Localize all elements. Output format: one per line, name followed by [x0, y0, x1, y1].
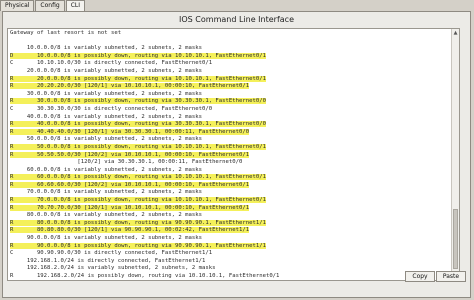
- tab-bar: Physical Config CLI: [0, 0, 86, 11]
- tab-config[interactable]: Config: [35, 0, 65, 11]
- terminal-line-text: R 40.40.40.0/30 [120/1] via 30.30.30.1, …: [10, 128, 250, 135]
- terminal-line-text: 30.0.0.0/8 is variably subnetted, 2 subn…: [10, 90, 202, 97]
- cli-panel: IOS Command Line Interface Gateway of la…: [2, 11, 471, 298]
- terminal-line-text: C 10.10.10.0/30 is directly connected, F…: [10, 60, 213, 67]
- terminal-line: 10.0.0.0/8 is variably subnetted, 2 subn…: [10, 45, 457, 53]
- terminal-line: 50.0.0.0/8 is variably subnetted, 2 subn…: [10, 136, 457, 144]
- terminal-lines: Gateway of last resort is not set 10.0.0…: [10, 30, 457, 280]
- terminal-line-text: 20.0.0.0/8 is variably subnetted, 2 subn…: [10, 67, 202, 74]
- terminal-line: 40.0.0.0/8 is variably subnetted, 2 subn…: [10, 114, 457, 122]
- terminal-line-text: D 10.0.0.0/8 is possibly down, routing v…: [10, 52, 266, 59]
- terminal-line-text: [120/2] via 30.30.30.1, 00:00:11, FastEt…: [10, 159, 243, 166]
- terminal-line-text: 50.0.0.0/8 is variably subnetted, 2 subn…: [10, 136, 202, 143]
- terminal-line: 90.0.0.0/8 is variably subnetted, 2 subn…: [10, 235, 457, 243]
- terminal-line: R 50.50.50.0/30 [120/2] via 10.10.10.1, …: [10, 151, 457, 160]
- terminal-line-text: R 70.70.70.0/30 [120/1] via 10.10.10.1, …: [10, 204, 250, 211]
- terminal-line-text: 10.0.0.0/8 is variably subnetted, 2 subn…: [10, 45, 202, 52]
- terminal-line-text: Gateway of last resort is not set: [10, 30, 122, 36]
- terminal-line: [120/2] via 30.30.30.1, 00:00:11, FastEt…: [10, 159, 457, 167]
- terminal-line-text: 40.0.0.0/8 is variably subnetted, 2 subn…: [10, 113, 202, 120]
- panel-title: IOS Command Line Interface: [179, 15, 294, 24]
- terminal-line: R 80.80.80.0/30 [120/1] via 90.90.90.1, …: [10, 227, 457, 235]
- terminal-line: C 10.10.10.0/30 is directly connected, F…: [10, 60, 457, 68]
- terminal-scrollbar[interactable]: ▲ ▼: [451, 29, 459, 280]
- terminal-line-text: C 30.30.30.0/30 is directly connected, F…: [10, 105, 213, 112]
- terminal-line: 192.168.2.0/24 is variably subnetted, 2 …: [10, 265, 457, 273]
- terminal-line-text: R 20.20.20.0/30 [120/1] via 10.10.10.1, …: [10, 83, 250, 90]
- terminal-line-text: 192.168.1.0/24 is directly connected, Fa…: [10, 257, 206, 264]
- terminal-output[interactable]: Gateway of last resort is not set 10.0.0…: [7, 28, 460, 281]
- terminal-line: R 80.0.0.0/8 is possibly down, routing v…: [10, 219, 457, 228]
- terminal-line-text: R 20.0.0.0/8 is possibly down, routing v…: [10, 75, 266, 82]
- terminal-line: R 40.0.0.0/8 is possibly down, routing v…: [10, 121, 457, 129]
- terminal-line: 60.0.0.0/8 is variably subnetted, 2 subn…: [10, 167, 457, 175]
- terminal-line-text: 90.0.0.0/8 is variably subnetted, 2 subn…: [10, 235, 202, 242]
- terminal-line: R 20.20.20.0/30 [120/1] via 10.10.10.1, …: [10, 83, 457, 91]
- terminal-line: D 10.0.0.0/8 is possibly down, routing v…: [10, 52, 457, 61]
- terminal-line: 70.0.0.0/8 is variably subnetted, 2 subn…: [10, 189, 457, 197]
- terminal-line: R 70.0.0.0/8 is possibly down, routing v…: [10, 197, 457, 205]
- terminal-line: R 20.0.0.0/8 is possibly down, routing v…: [10, 75, 457, 84]
- terminal-line: R 40.40.40.0/30 [120/1] via 30.30.30.1, …: [10, 128, 457, 137]
- terminal-line-text: R 50.0.0.0/8 is possibly down, routing v…: [10, 143, 266, 150]
- terminal-line-text: C 90.90.90.0/30 is directly connected, F…: [10, 250, 213, 257]
- terminal-line-text: 70.0.0.0/8 is variably subnetted, 2 subn…: [10, 189, 202, 196]
- tab-physical[interactable]: Physical: [0, 0, 35, 11]
- terminal-line: C 90.90.90.0/30 is directly connected, F…: [10, 250, 457, 258]
- terminal-line: C 30.30.30.0/30 is directly connected, F…: [10, 106, 457, 114]
- terminal-line: R 60.60.60.0/30 [120/2] via 10.10.10.1, …: [10, 181, 457, 190]
- tab-cli[interactable]: CLI: [65, 0, 85, 11]
- terminal-line-text: 60.0.0.0/8 is variably subnetted, 2 subn…: [10, 166, 202, 173]
- terminal-line-text: R 60.0.0.0/8 is possibly down, routing v…: [10, 174, 266, 181]
- terminal-line-text: R 30.0.0.0/8 is possibly down, routing v…: [10, 98, 266, 105]
- terminal-line: R 50.0.0.0/8 is possibly down, routing v…: [10, 143, 457, 152]
- terminal-line: 80.0.0.0/8 is variably subnetted, 2 subn…: [10, 212, 457, 220]
- terminal-line: R 90.0.0.0/8 is possibly down, routing v…: [10, 242, 457, 251]
- terminal-line-text: 192.168.2.0/24 is variably subnetted, 2 …: [10, 265, 216, 272]
- paste-button[interactable]: Paste: [436, 271, 466, 282]
- terminal-line-text: R 90.0.0.0/8 is possibly down, routing v…: [10, 242, 266, 249]
- terminal-line: 20.0.0.0/8 is variably subnetted, 2 subn…: [10, 68, 457, 76]
- terminal-line-text: R 50.50.50.0/30 [120/2] via 10.10.10.1, …: [10, 151, 250, 158]
- terminal-line-text: R 80.80.80.0/30 [120/1] via 90.90.90.1, …: [10, 227, 250, 234]
- terminal-line-text: R 60.60.60.0/30 [120/2] via 10.10.10.1, …: [10, 181, 250, 188]
- terminal-line-text: R 70.0.0.0/8 is possibly down, routing v…: [10, 197, 266, 204]
- scroll-up-arrow-icon[interactable]: ▲: [452, 29, 459, 37]
- copy-button[interactable]: Copy: [405, 271, 435, 282]
- terminal-line: R 60.0.0.0/8 is possibly down, routing v…: [10, 174, 457, 182]
- terminal-line-text: 80.0.0.0/8 is variably subnetted, 2 subn…: [10, 212, 202, 219]
- terminal-line: R 192.168.2.0/24 is possibly down, routi…: [10, 273, 457, 280]
- terminal-line: R 70.70.70.0/30 [120/1] via 10.10.10.1, …: [10, 204, 457, 213]
- terminal-line-text: R 40.0.0.0/8 is possibly down, routing v…: [10, 121, 266, 128]
- scroll-thumb[interactable]: [453, 209, 458, 269]
- terminal-line: R 30.0.0.0/8 is possibly down, routing v…: [10, 98, 457, 106]
- terminal-line-text: R 80.0.0.0/8 is possibly down, routing v…: [10, 219, 266, 226]
- terminal-line: Gateway of last resort is not set: [10, 30, 457, 38]
- terminal-line: 192.168.1.0/24 is directly connected, Fa…: [10, 258, 457, 266]
- terminal-line: 30.0.0.0/8 is variably subnetted, 2 subn…: [10, 91, 457, 99]
- terminal-line-text: R 192.168.2.0/24 is possibly down, routi…: [10, 273, 280, 279]
